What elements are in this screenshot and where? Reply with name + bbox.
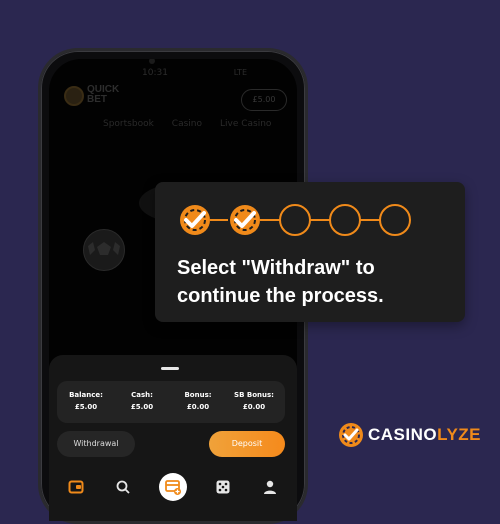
step-pending-icon [279,204,311,236]
cashier-icon[interactable] [158,473,187,501]
brand-name-part1: CASINO [368,425,438,444]
wallet-icon[interactable] [65,476,87,498]
nav-tabs: Sportsbook Casino Live Casino [103,119,271,129]
sb-bonus-item: SB Bonus: £0.00 [227,389,281,413]
brand-logo: CASINOLYZE [338,421,481,449]
bottom-sheet: Balance: £5.00 Cash: £5.00 Bonus: £0.00 … [49,355,297,521]
sheet-handle[interactable] [161,367,179,370]
dice-icon[interactable] [212,476,234,498]
sb-bonus-label: SB Bonus: [234,391,274,399]
balances-panel: Balance: £5.00 Cash: £5.00 Bonus: £0.00 … [57,381,285,423]
status-time: 10:31 [142,68,168,78]
deposit-button[interactable]: Deposit [209,431,285,457]
tab-casino[interactable]: Casino [172,119,202,129]
tab-live-casino[interactable]: Live Casino [220,119,271,129]
bonus-value: £0.00 [186,403,210,411]
tab-sportsbook[interactable]: Sportsbook [103,119,154,129]
brand-name: CASINOLYZE [368,425,481,445]
bonus-label: Bonus: [184,391,212,399]
bottom-nav [49,473,297,501]
step-done-icon [180,205,210,235]
cash-value: £5.00 [130,403,154,411]
football-image [83,229,125,271]
cash-item: Cash: £5.00 [115,389,169,413]
balance-item: Balance: £5.00 [59,389,113,413]
step-done-icon [230,205,260,235]
withdrawal-button[interactable]: Withdrawal [57,431,135,457]
balance-value: £5.00 [74,403,98,411]
app-logo[interactable]: QUICK BET [87,85,119,105]
step-pending-icon [379,204,411,236]
bonus-item: Bonus: £0.00 [171,389,225,413]
sb-bonus-value: £0.00 [242,403,266,411]
app-logo-line2: BET [87,94,107,105]
casino-chip-icon [339,423,363,447]
step-pending-icon [329,204,361,236]
status-network: LTE [233,68,247,77]
progress-steps [180,204,411,236]
cash-label: Cash: [131,391,153,399]
instruction-popup: Select "Withdraw" to continue the proces… [155,182,465,322]
app-logo-icon [64,86,84,106]
search-icon[interactable] [112,476,134,498]
user-icon[interactable] [259,476,281,498]
camera-icon [149,59,155,64]
header-balance[interactable]: £5.00 [241,89,287,111]
brand-name-part2: LYZE [437,425,482,444]
popup-instruction: Select "Withdraw" to continue the proces… [177,257,384,307]
balance-label: Balance: [69,391,103,399]
